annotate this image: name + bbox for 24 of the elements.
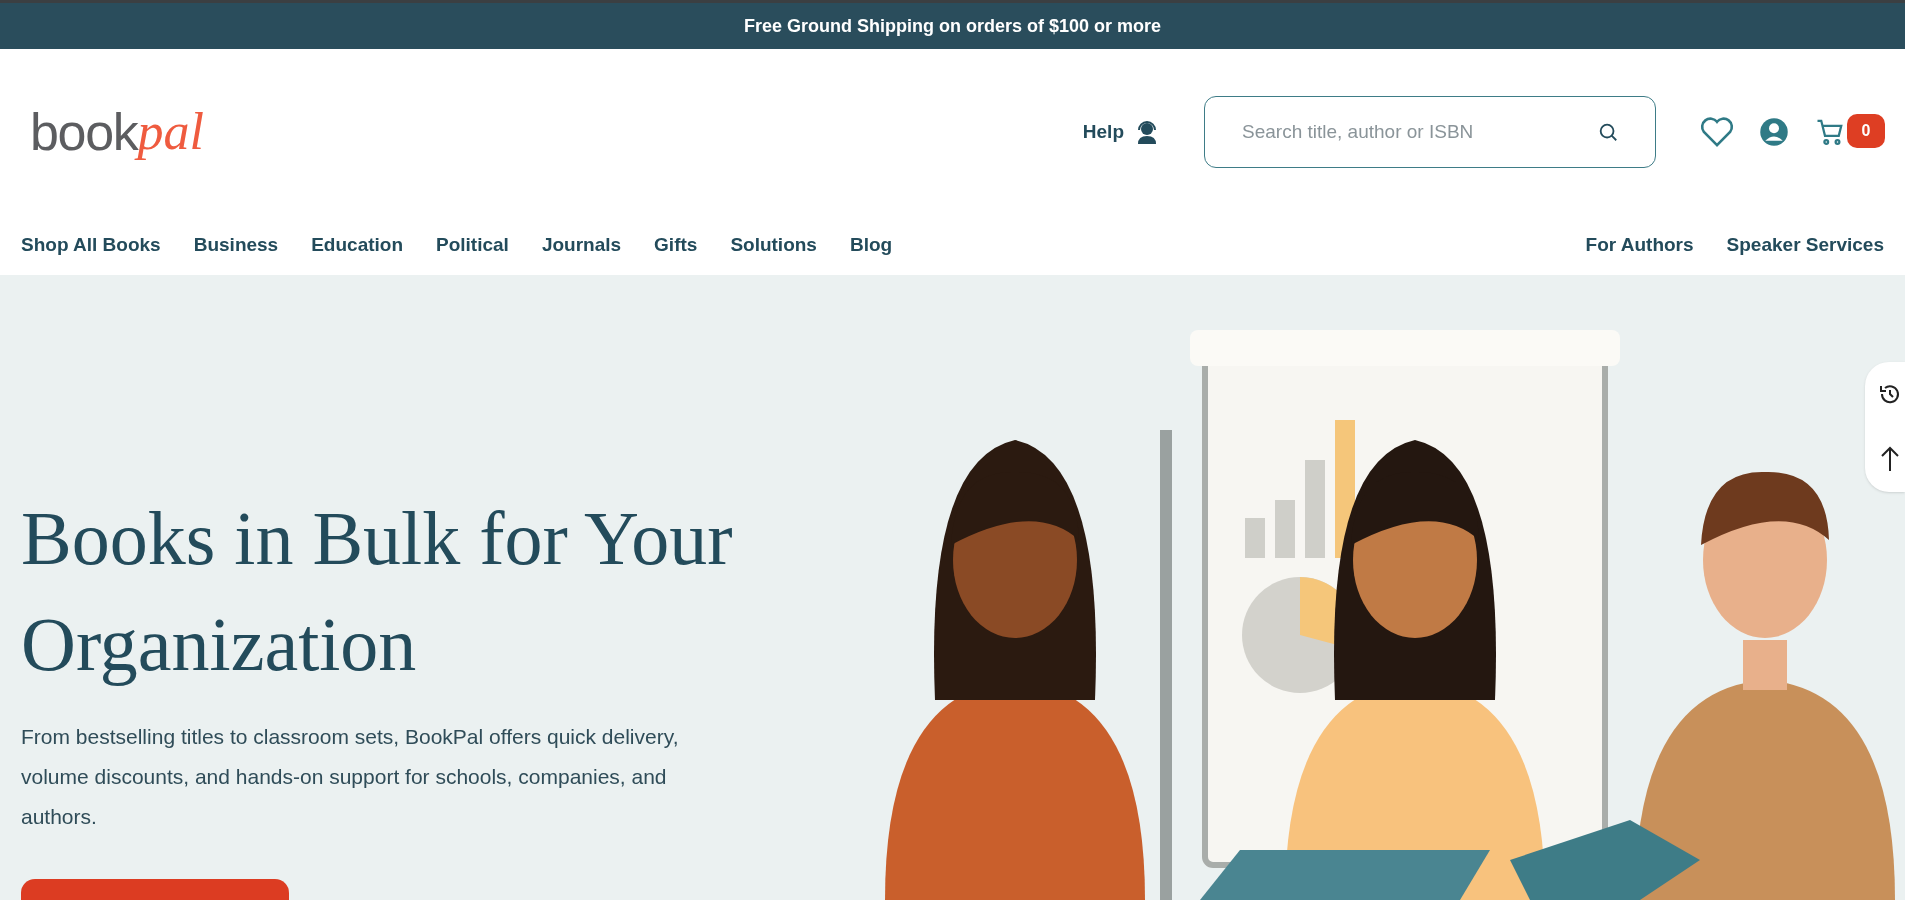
search-field[interactable]: Search title, author or ISBN	[1204, 96, 1656, 168]
cart-count-badge: 0	[1847, 114, 1885, 148]
nav-link[interactable]: Shop All Books	[21, 230, 161, 260]
announcement-text: Free Ground Shipping on orders of $100 or more	[743, 14, 1162, 38]
support-agent-icon	[1136, 120, 1158, 144]
heart-icon[interactable]	[1699, 116, 1735, 148]
nav-link[interactable]: Education	[311, 230, 404, 260]
nav-link[interactable]: Gifts	[654, 230, 698, 260]
nav-link[interactable]: Speaker Services	[1726, 230, 1884, 260]
nav-link[interactable]: Business	[193, 230, 279, 260]
account-icon[interactable]	[1759, 117, 1789, 147]
search-icon[interactable]	[1597, 121, 1619, 143]
nav-link[interactable]: Solutions	[730, 230, 817, 260]
hero-heading: Books in Bulk for Your Organization	[21, 495, 734, 688]
logo[interactable]: bookpal	[30, 106, 204, 158]
help-link[interactable]: Help	[1082, 117, 1158, 147]
cart-icon[interactable]	[1815, 117, 1845, 147]
nav-link[interactable]: For Authors	[1585, 230, 1694, 260]
nav-link[interactable]: Blog	[849, 230, 893, 260]
nav-link[interactable]: Journals	[541, 230, 622, 260]
arrow-up-icon[interactable]	[1880, 446, 1900, 472]
history-icon[interactable]	[1878, 382, 1902, 406]
nav-link[interactable]: Political	[436, 230, 509, 260]
hero-description: From bestselling titles to classroom sets, BookPal offers quick delivery, volume discounts, and hands-on support for schools, companies, and authors.	[21, 724, 680, 830]
